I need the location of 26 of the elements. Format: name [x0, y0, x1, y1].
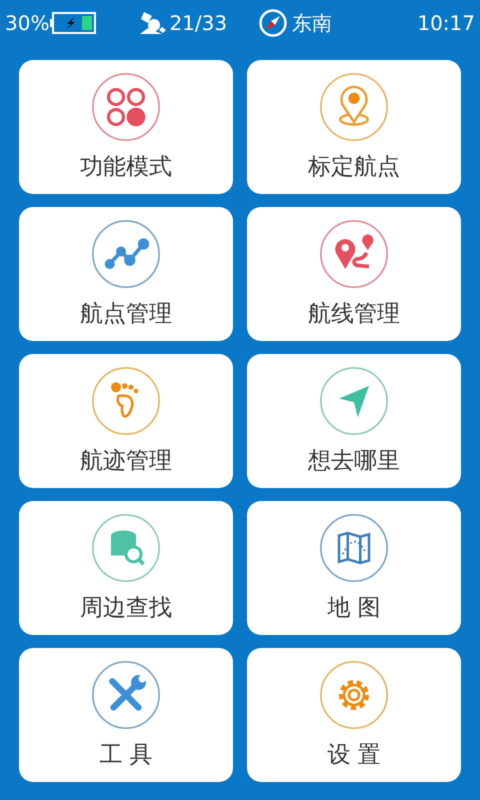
satellite-icon: [138, 10, 168, 36]
location-pin-icon: [319, 72, 389, 142]
menu-tile[interactable]: 功能模式: [19, 60, 233, 194]
clock-time: 10:17: [417, 10, 475, 37]
grid-circles-icon: [91, 72, 161, 142]
heading-direction: 东南: [292, 10, 332, 37]
battery-percent: 30%: [5, 10, 50, 37]
menu-tile[interactable]: 航迹管理: [19, 354, 233, 488]
menu-tile[interactable]: 想去哪里: [247, 354, 461, 488]
connected-dots-icon: [91, 219, 161, 289]
battery-icon: [50, 12, 96, 34]
menu-tile[interactable]: 地 图: [247, 501, 461, 635]
folded-map-icon: [319, 513, 389, 583]
menu-tile[interactable]: 周边查找: [19, 501, 233, 635]
database-search-icon: [91, 513, 161, 583]
footprint-icon: [91, 366, 161, 436]
compass-icon: [259, 9, 288, 37]
menu-tile[interactable]: 标定航点: [247, 60, 461, 194]
menu-tile[interactable]: 航点管理: [19, 207, 233, 341]
satellite-count: 21/33: [169, 10, 228, 37]
route-pins-icon: [319, 219, 389, 289]
menu-tile[interactable]: 工 具: [19, 648, 233, 782]
gear-icon: [319, 660, 389, 730]
menu-tile[interactable]: 设 置: [247, 648, 461, 782]
wrench-screwdriver-icon: [91, 660, 161, 730]
menu-tile[interactable]: 航线管理: [247, 207, 461, 341]
